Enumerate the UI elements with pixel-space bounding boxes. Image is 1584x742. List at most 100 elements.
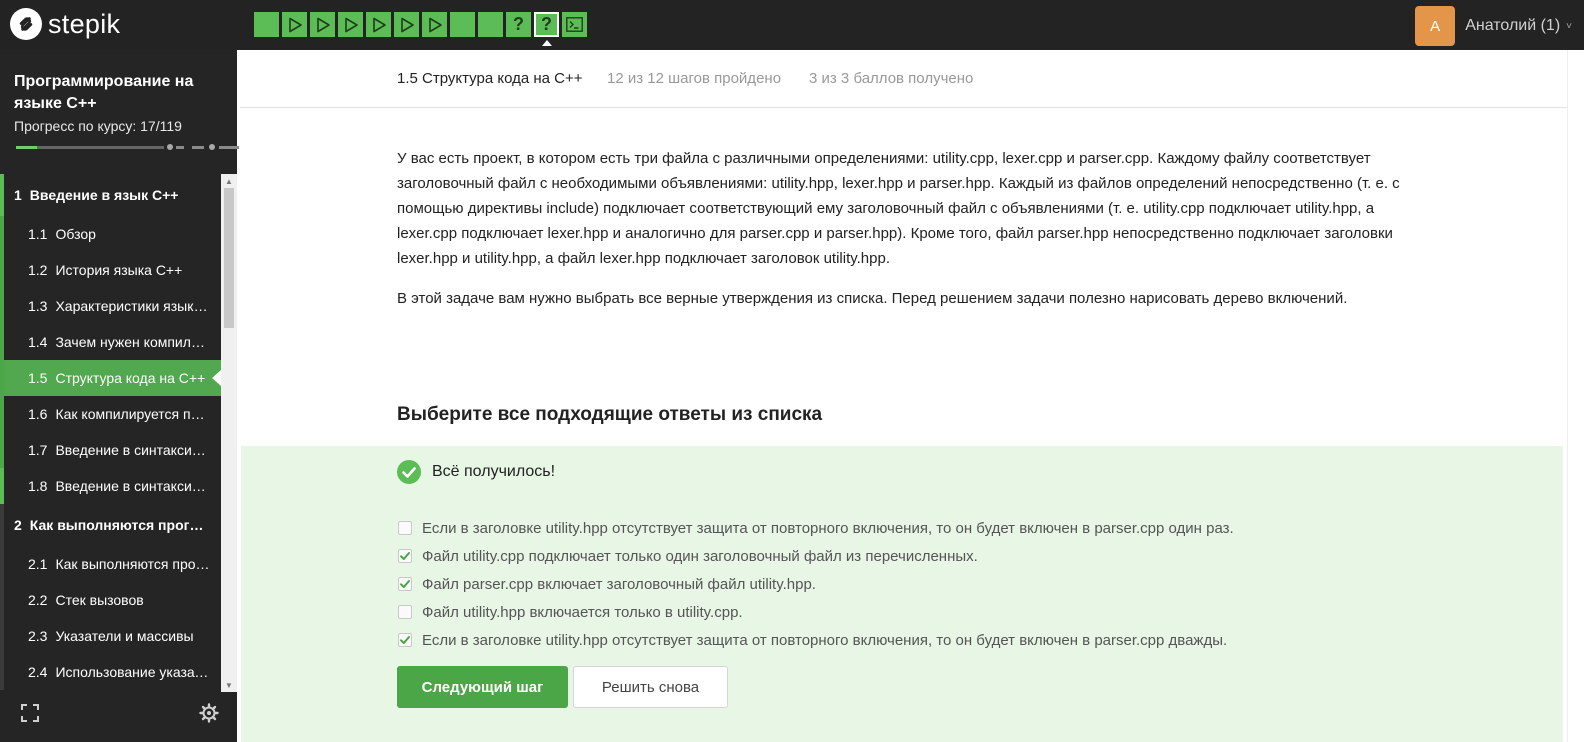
course-sidebar: Программирование на языке C++ Прогресс п… — [0, 50, 239, 742]
sidebar-lesson-1-4[interactable]: 1.4 Зачем нужен компилятор — [0, 324, 221, 360]
checkbox[interactable] — [398, 577, 412, 591]
sidebar-lesson-1-8[interactable]: 1.8 Введение в синтаксис C++ (продолжение… — [0, 468, 221, 504]
lesson-label: Введение в синтаксис C++ — [55, 442, 221, 458]
sidebar-lesson-1-7[interactable]: 1.7 Введение в синтаксис C++ — [0, 432, 221, 468]
lesson-number: 2.4 — [28, 664, 48, 680]
checkbox[interactable] — [398, 521, 412, 535]
answer-option[interactable]: Если в заголовке utility.hpp отсутствует… — [398, 626, 1234, 654]
answer-option[interactable]: Файл utility.cpp подключает только один … — [398, 542, 1234, 570]
user-menu[interactable]: А Анатолий (1) ˅ — [1415, 6, 1572, 46]
sidebar-lesson-1-3[interactable]: 1.3 Характеристики языка C++ — [0, 288, 221, 324]
fullscreen-icon[interactable] — [20, 703, 40, 723]
lesson-header: 1.5 Структура кода на C++ 12 из 12 шагов… — [240, 50, 1567, 108]
step-7-video-icon[interactable] — [422, 12, 447, 37]
step-5-video-icon[interactable] — [366, 12, 391, 37]
lesson-label: Характеристики языка C++ — [55, 298, 221, 314]
scrollbar-thumb[interactable] — [224, 188, 234, 328]
user-name[interactable]: Анатолий (1) — [1465, 17, 1560, 35]
lesson-number: 1.6 — [28, 406, 48, 422]
task-description: У вас есть проект, в котором есть три фа… — [397, 146, 1417, 326]
lesson-number: 1.5 — [28, 370, 48, 386]
lesson-label: История языка C++ — [55, 262, 183, 278]
lesson-number: 1.3 — [28, 298, 48, 314]
checkbox[interactable] — [398, 549, 412, 563]
answer-option-label: Если в заголовке utility.hpp отсутствует… — [422, 519, 1234, 537]
step-10-quiz-icon[interactable]: ? — [506, 12, 531, 37]
answer-options: Если в заголовке utility.hpp отсутствует… — [398, 514, 1234, 654]
next-step-button[interactable]: Следующий шаг — [397, 666, 568, 708]
course-syllabus-tree: 1 Введение в язык C++ 1.1 Обзор 1.2 История я… — [0, 174, 221, 692]
scroll-down-icon[interactable]: ▼ — [221, 678, 237, 692]
checkbox[interactable] — [398, 633, 412, 647]
module-label: Как выполняются программы — [29, 517, 221, 533]
stepik-logo[interactable]: stepik — [10, 8, 120, 40]
result-message: Всё получилось! — [397, 460, 555, 484]
avatar[interactable]: А — [1415, 6, 1456, 46]
task-paragraph: У вас есть проект, в котором есть три фа… — [397, 150, 1400, 267]
lesson-number: 1.8 — [28, 478, 48, 494]
answer-option-label: Если в заголовке utility.hpp отсутствует… — [422, 631, 1228, 649]
course-progress-label: Прогресс по курсу: 17/119 — [14, 118, 182, 134]
lesson-label: Использование указателей — [55, 664, 221, 680]
step-3-video-icon[interactable] — [310, 12, 335, 37]
lesson-label: Указатели и массивы — [55, 628, 194, 644]
module-label: Введение в язык C++ — [29, 187, 179, 203]
lesson-title: 1.5 Структура кода на C++ — [397, 70, 583, 87]
answer-panel: Всё получилось! Если в заголовке utility… — [241, 446, 1563, 742]
lesson-number: 1.1 — [28, 226, 48, 242]
sidebar-lesson-1-5[interactable]: 1.5 Структура кода на C++ — [0, 360, 221, 396]
step-6-video-icon[interactable] — [394, 12, 419, 37]
lesson-score: 3 из 3 баллов получено — [809, 70, 974, 87]
gear-icon[interactable] — [199, 703, 219, 723]
course-progress-fill — [16, 146, 38, 149]
top-navbar: stepik ?? А Анатолий (1) ˅ — [0, 0, 1584, 50]
lesson-label: Введение в синтаксис C++ (продолжение) — [55, 478, 221, 494]
step-8-text-icon[interactable] — [450, 12, 475, 37]
retry-button[interactable]: Решить снова — [573, 666, 728, 708]
result-text: Всё получилось! — [432, 463, 556, 480]
sidebar-lesson-1-1[interactable]: 1.1 Обзор — [0, 216, 221, 252]
lesson-number: 1.4 — [28, 334, 48, 350]
lesson-number: 1.7 — [28, 442, 48, 458]
answer-option-label: Файл parser.cpp включает заголовочный фа… — [422, 575, 816, 593]
checkmark-icon — [400, 636, 410, 644]
question-heading: Выберите все подходящие ответы из списка — [397, 404, 823, 425]
step-1-text-icon[interactable] — [254, 12, 279, 37]
answer-option[interactable]: Если в заголовке utility.hpp отсутствует… — [398, 514, 1234, 542]
answer-option-label: Файл utility.cpp подключает только один … — [422, 547, 978, 565]
logo-text: stepik — [48, 8, 121, 39]
sidebar-lesson-1-2[interactable]: 1.2 История языка C++ — [0, 252, 221, 288]
checkmark-icon — [400, 552, 410, 560]
step-11-quiz-icon[interactable]: ? — [534, 12, 559, 46]
lesson-content: 1.5 Структура кода на C++ 12 из 12 шагов… — [240, 50, 1567, 742]
lesson-label: Обзор — [55, 226, 96, 242]
step-9-text-icon[interactable] — [478, 12, 503, 37]
lesson-label: Стек вызовов — [55, 592, 144, 608]
sidebar-scrollbar[interactable]: ▲ ▼ — [221, 174, 237, 692]
step-12-code-icon[interactable] — [562, 12, 587, 37]
sidebar-lesson-1-6[interactable]: 1.6 Как компилируется программа — [0, 396, 221, 432]
lesson-label: Структура кода на C++ — [55, 370, 206, 386]
answer-option[interactable]: Файл utility.hpp включается только в uti… — [398, 598, 1234, 626]
check-circle-icon — [397, 460, 421, 484]
sidebar-lesson-2-1[interactable]: 2.1 Как выполняются программы — [0, 546, 221, 582]
scroll-up-icon[interactable]: ▲ — [221, 174, 237, 188]
step-2-video-icon[interactable] — [282, 12, 307, 37]
sidebar-module-2[interactable]: 2 Как выполняются программы — [0, 504, 221, 546]
lesson-number: 1.2 — [28, 262, 48, 278]
lesson-steps-progress: 12 из 12 шагов пройдено — [607, 70, 782, 87]
stepik-logo-icon — [10, 8, 42, 40]
sidebar-footer — [0, 692, 237, 742]
answer-option-label: Файл utility.hpp включается только в uti… — [422, 603, 743, 621]
chevron-down-icon[interactable]: ˅ — [1566, 21, 1572, 32]
sidebar-lesson-2-2[interactable]: 2.2 Стек вызовов — [0, 582, 221, 618]
sidebar-lesson-2-4[interactable]: 2.4 Использование указателей — [0, 654, 221, 690]
course-progress-bar — [16, 144, 239, 150]
checkbox[interactable] — [398, 605, 412, 619]
sidebar-lesson-2-3[interactable]: 2.3 Указатели и массивы — [0, 618, 221, 654]
course-title[interactable]: Программирование на языке C++ — [14, 71, 224, 115]
step-4-video-icon[interactable] — [338, 12, 363, 37]
sidebar-module-1[interactable]: 1 Введение в язык C++ — [0, 174, 221, 216]
answer-option[interactable]: Файл parser.cpp включает заголовочный фа… — [398, 570, 1234, 598]
lesson-label: Зачем нужен компилятор — [55, 334, 221, 350]
